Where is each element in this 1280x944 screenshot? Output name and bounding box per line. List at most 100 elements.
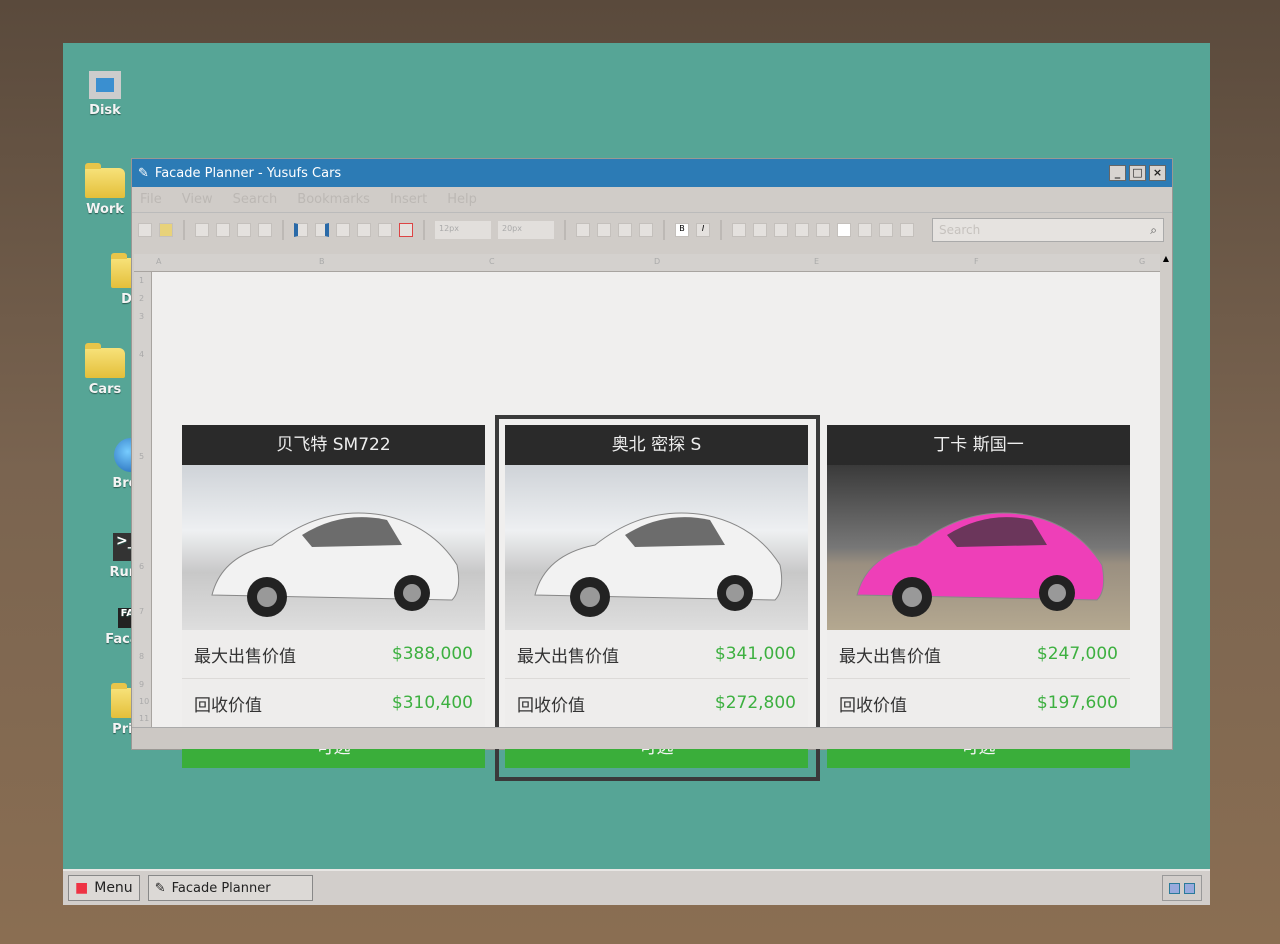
italic-button[interactable]: I <box>696 223 710 237</box>
column-header-c[interactable]: C <box>489 257 495 266</box>
row-header-1[interactable]: 1 <box>139 276 144 285</box>
insert-column-icon[interactable] <box>294 223 308 237</box>
border-icon[interactable] <box>597 223 611 237</box>
max-sale-value: $388,000 <box>391 644 473 664</box>
salvage-value: $197,600 <box>1036 693 1118 713</box>
desktop-icon-disk[interactable]: Disk <box>65 71 145 118</box>
toolbar: 12px 20px B I Search ⌕ <box>132 213 1172 247</box>
tray-icon[interactable] <box>1169 882 1180 894</box>
app-icon: ✎ <box>154 880 166 896</box>
vehicle-image <box>827 465 1130 630</box>
line-height-select[interactable]: 20px <box>498 221 554 239</box>
column-header-e[interactable]: E <box>814 257 819 266</box>
divider <box>663 220 665 240</box>
title-bar[interactable]: ✎ Facade Planner - Yusufs Cars _ □ × <box>132 159 1172 187</box>
row-header-9[interactable]: 9 <box>139 680 144 689</box>
add-row-icon[interactable] <box>378 223 392 237</box>
page-icon[interactable] <box>216 223 230 237</box>
row-header-7[interactable]: 7 <box>139 607 144 616</box>
row-header-8[interactable]: 8 <box>139 652 144 661</box>
system-tray <box>1162 875 1202 901</box>
row-header-6[interactable]: 6 <box>139 562 144 571</box>
vehicle-name: 丁卡 斯国一 <box>827 425 1130 465</box>
column-header-f[interactable]: F <box>974 257 979 266</box>
spreadsheet: A B C D E F G 1 2 3 4 5 6 7 8 9 10 11 ▲ 贝飞特 SM722 最大出售价值 $… <box>134 254 1172 781</box>
start-menu-button[interactable]: ■ Menu <box>68 875 140 901</box>
column-header-g[interactable]: G <box>1139 257 1145 266</box>
taskbar: ■ Menu ✎ Facade Planner <box>63 869 1210 905</box>
image-icon[interactable] <box>237 223 251 237</box>
row-header-4[interactable]: 4 <box>139 350 144 359</box>
align-icon[interactable] <box>774 223 788 237</box>
divider <box>720 220 722 240</box>
column-header-a[interactable]: A <box>156 257 161 266</box>
vertical-scrollbar[interactable]: ▲ <box>1160 254 1172 727</box>
align-icon[interactable] <box>858 223 872 237</box>
divider <box>423 220 425 240</box>
new-icon[interactable] <box>138 223 152 237</box>
car-illustration <box>211 512 460 617</box>
vehicle-image <box>182 465 485 630</box>
border-icon[interactable] <box>639 223 653 237</box>
folder-icon <box>85 343 125 378</box>
max-sale-value: $247,000 <box>1036 644 1118 664</box>
menu-bookmarks[interactable]: Bookmarks <box>297 192 370 207</box>
divider <box>282 220 284 240</box>
menu-help[interactable]: Help <box>447 192 477 207</box>
menu-icon: ■ <box>75 880 89 896</box>
row-header-5[interactable]: 5 <box>139 452 144 461</box>
menu-insert[interactable]: Insert <box>390 192 427 207</box>
add-row-icon[interactable] <box>357 223 371 237</box>
desktop-icon-label: Disk <box>89 103 121 118</box>
vehicle-card[interactable]: 丁卡 斯国一最大出售价值$247,000回收价值$197,600可选 <box>827 425 1130 768</box>
column-headers: A B C D E F G <box>134 254 1160 272</box>
menu-view[interactable]: View <box>182 192 213 207</box>
align-icon[interactable] <box>753 223 767 237</box>
folder-icon <box>85 163 125 198</box>
maximize-button[interactable]: □ <box>1129 165 1146 181</box>
row-header-10[interactable]: 10 <box>139 697 149 706</box>
tray-icon[interactable] <box>1184 882 1195 894</box>
menu-file[interactable]: File <box>140 192 162 207</box>
search-input[interactable]: Search ⌕ <box>932 218 1164 242</box>
menu-bar: File View Search Bookmarks Insert Help <box>132 187 1172 213</box>
menu-search[interactable]: Search <box>233 192 278 207</box>
column-header-b[interactable]: B <box>319 257 325 266</box>
align-icon[interactable] <box>900 223 914 237</box>
salvage-value-row: 回收价值 $310,400 <box>182 679 485 728</box>
salvage-value: $310,400 <box>391 693 473 713</box>
copy-icon[interactable] <box>258 223 272 237</box>
align-icon[interactable] <box>879 223 893 237</box>
divider <box>564 220 566 240</box>
font-size-select[interactable]: 12px <box>435 221 491 239</box>
delete-icon[interactable] <box>399 223 413 237</box>
align-icon[interactable] <box>816 223 830 237</box>
border-icon[interactable] <box>576 223 590 237</box>
car-illustration <box>856 512 1105 617</box>
align-icon[interactable] <box>732 223 746 237</box>
salvage-value-row: 回收价值 $197,600 <box>827 679 1130 728</box>
vehicle-card[interactable]: 贝飞特 SM722最大出售价值$388,000回收价值$310,400可选 <box>182 425 485 768</box>
vehicle-name: 贝飞特 SM722 <box>182 425 485 465</box>
bold-button[interactable]: B <box>675 223 689 237</box>
align-icon[interactable] <box>795 223 809 237</box>
border-icon[interactable] <box>618 223 632 237</box>
insert-column-icon[interactable] <box>315 223 329 237</box>
row-header-3[interactable]: 3 <box>139 312 144 321</box>
max-sale-value-row: 最大出售价值 $247,000 <box>827 630 1130 679</box>
align-left-icon[interactable] <box>837 223 851 237</box>
search-icon[interactable]: ⌕ <box>1150 223 1157 237</box>
minimize-button[interactable]: _ <box>1109 165 1126 181</box>
row-header-2[interactable]: 2 <box>139 294 144 303</box>
page-icon[interactable] <box>195 223 209 237</box>
max-sale-value-row: 最大出售价值 $388,000 <box>182 630 485 679</box>
status-bar <box>132 727 1172 749</box>
row-header-11[interactable]: 11 <box>139 714 149 723</box>
window-title: Facade Planner - Yusufs Cars <box>154 165 342 181</box>
app-icon: ✎ <box>138 165 149 181</box>
save-icon[interactable] <box>159 223 173 237</box>
column-header-d[interactable]: D <box>654 257 660 266</box>
taskbar-app-facade-planner[interactable]: ✎ Facade Planner <box>147 875 313 901</box>
add-icon[interactable] <box>336 223 350 237</box>
close-button[interactable]: × <box>1149 165 1166 181</box>
